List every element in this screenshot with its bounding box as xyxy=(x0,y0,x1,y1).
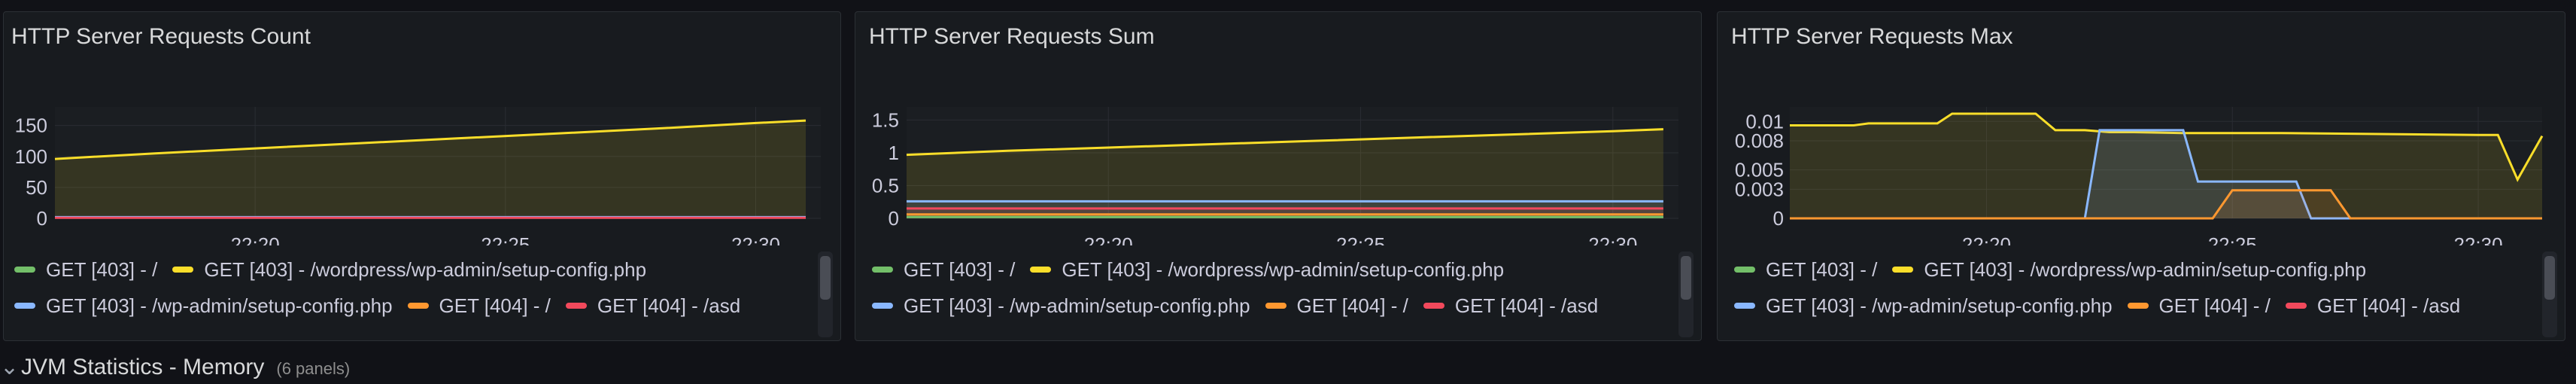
legend-item[interactable]: GET [404] - / xyxy=(2127,294,2271,318)
series-swatch xyxy=(1423,303,1444,309)
legend-label: GET [404] - / xyxy=(2158,294,2271,317)
y-tick-label: 0.003 xyxy=(1735,178,1784,200)
series-swatch xyxy=(14,303,35,309)
row-panel-count: (6 panels) xyxy=(276,359,351,378)
legend-label: GET [404] - /asd xyxy=(2316,294,2461,317)
legend-item[interactable]: GET [403] - / xyxy=(1734,258,1877,282)
legend-label: GET [404] - /asd xyxy=(597,294,741,317)
panel-title[interactable]: HTTP Server Requests Count xyxy=(11,24,311,50)
x-tick-label: 22:30 xyxy=(731,233,780,245)
legend-scrollbar[interactable] xyxy=(1678,251,1694,337)
legend-item[interactable]: GET [403] - /wordpress/wp-admin/setup-co… xyxy=(1892,258,2366,282)
panel-requests-sum: HTTP Server Requests Sum 0 0.5 1 1.5 22:20 22… xyxy=(855,11,1702,341)
y-tick-label: 0 xyxy=(1773,207,1784,230)
y-tick-label: 1 xyxy=(889,142,899,164)
x-tick-label: 22:20 xyxy=(1962,233,2011,245)
legend-label: GET [404] - / xyxy=(439,294,551,317)
scrollbar-thumb[interactable] xyxy=(2544,256,2555,300)
legend-label: GET [403] - /wordpress/wp-admin/setup-co… xyxy=(1924,258,2367,281)
y-tick-label: 0.008 xyxy=(1735,130,1784,152)
legend-item[interactable]: GET [404] - /asd xyxy=(2285,294,2461,318)
panel-title[interactable]: HTTP Server Requests Max xyxy=(1731,24,2013,50)
series-swatch xyxy=(1734,267,1755,273)
legend-label: GET [403] - /wordpress/wp-admin/setup-co… xyxy=(204,258,647,281)
legend-scrollbar[interactable] xyxy=(818,251,833,337)
y-tick-label: 100 xyxy=(15,145,47,168)
panel-requests-count: HTTP Server Requests Count 0 50 100 150 22:2… xyxy=(3,11,841,341)
y-tick-label: 0.005 xyxy=(1735,159,1784,181)
legend-item[interactable]: GET [404] - / xyxy=(1265,294,1408,318)
series-swatch xyxy=(2127,303,2149,309)
legend-label: GET [403] - / xyxy=(1766,258,1878,281)
legend-scrollbar[interactable] xyxy=(2542,251,2557,337)
series-swatch xyxy=(14,267,35,273)
x-tick-label: 22:20 xyxy=(231,233,280,245)
y-tick-label: 0.01 xyxy=(1745,110,1784,133)
legend-label: GET [404] - /asd xyxy=(1454,294,1599,317)
series-swatch xyxy=(2285,303,2307,309)
series-swatch xyxy=(872,303,893,309)
panel-title[interactable]: HTTP Server Requests Sum xyxy=(869,24,1155,50)
legend-label: GET [403] - /wp-admin/setup-config.php xyxy=(904,294,1250,317)
x-tick-label: 22:30 xyxy=(2453,233,2502,245)
row-title: JVM Statistics - Memory xyxy=(21,355,265,379)
x-tick-label: 22:30 xyxy=(1588,233,1637,245)
legend-item[interactable]: GET [404] - /asd xyxy=(565,294,741,318)
legend-item[interactable]: GET [403] - /wp-admin/setup-config.php xyxy=(1734,294,2113,318)
legend-item[interactable]: GET [403] - /wordpress/wp-admin/setup-co… xyxy=(1030,258,1504,282)
legend-item[interactable]: GET [403] - /wp-admin/setup-config.php xyxy=(872,294,1250,318)
y-tick-label: 0.5 xyxy=(872,174,899,197)
y-tick-label: 0 xyxy=(889,207,899,230)
scrollbar-thumb[interactable] xyxy=(820,256,831,300)
chevron-down-icon: ⌄ xyxy=(0,355,20,379)
legend-item[interactable]: GET [403] - /wp-admin/setup-config.php xyxy=(14,294,393,318)
y-tick-label: 150 xyxy=(15,114,47,137)
legend-item[interactable]: GET [403] - / xyxy=(872,258,1015,282)
series-swatch xyxy=(872,267,893,273)
legend: GET [403] - / GET [403] - /wordpress/wp-… xyxy=(1734,251,2535,324)
scrollbar-thumb[interactable] xyxy=(1681,256,1691,300)
chart-requests-max: 0 0.0030.005 0.0080.01 22:20 22:25 22:30 xyxy=(1735,107,2544,245)
legend-label: GET [403] - / xyxy=(904,258,1016,281)
y-tick-label: 1.5 xyxy=(872,108,899,131)
legend-label: GET [403] - /wordpress/wp-admin/setup-co… xyxy=(1062,258,1505,281)
y-tick-label: 50 xyxy=(26,176,47,199)
legend-label: GET [404] - / xyxy=(1296,294,1408,317)
legend-item[interactable]: GET [403] - /wordpress/wp-admin/setup-co… xyxy=(172,258,646,282)
chart-requests-count: 0 50 100 150 22:20 22:25 22:30 xyxy=(15,107,821,245)
legend-item[interactable]: GET [404] - / xyxy=(407,294,551,318)
series-swatch xyxy=(172,267,194,273)
series-swatch xyxy=(1734,303,1755,309)
series-swatch xyxy=(407,303,429,309)
x-tick-label: 22:25 xyxy=(2208,233,2257,245)
panel-requests-max: HTTP Server Requests Max 0 0.003 0.005 0.00… xyxy=(1717,11,2565,341)
legend-label: GET [403] - /wp-admin/setup-config.php xyxy=(1766,294,2113,317)
series-swatch xyxy=(565,303,587,309)
x-tick-label: 22:25 xyxy=(481,233,530,245)
series-swatch xyxy=(1892,267,1914,273)
chart-requests-sum: 0 0.5 1 1.5 22:20 22:25 22:30 xyxy=(872,107,1678,245)
x-tick-label: 22:20 xyxy=(1084,233,1133,245)
dashboard-row-jvm-memory[interactable]: ⌄JVM Statistics - Memory (6 panels) xyxy=(0,354,350,384)
legend-item[interactable]: GET [404] - /asd xyxy=(1423,294,1598,318)
legend: GET [403] - / GET [403] - /wordpress/wp-… xyxy=(14,251,810,324)
legend-label: GET [403] - / xyxy=(46,258,158,281)
series-swatch xyxy=(1030,267,1052,273)
y-tick-label: 0 xyxy=(37,207,47,230)
legend: GET [403] - / GET [403] - /wordpress/wp-… xyxy=(872,251,1671,324)
series-swatch xyxy=(1265,303,1286,309)
x-tick-label: 22:25 xyxy=(1336,233,1385,245)
legend-label: GET [403] - /wp-admin/setup-config.php xyxy=(46,294,393,317)
legend-item[interactable]: GET [403] - / xyxy=(14,258,157,282)
